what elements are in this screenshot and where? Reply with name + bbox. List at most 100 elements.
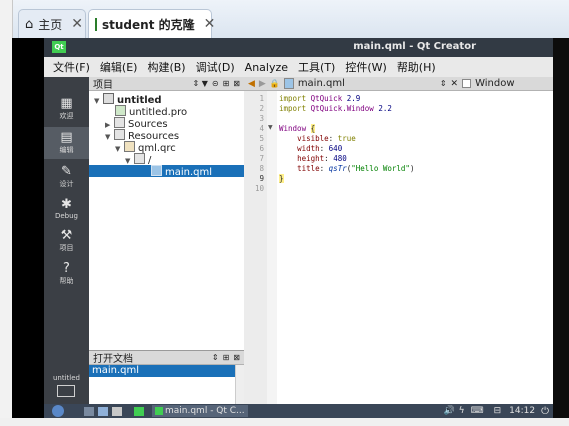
mode-welcome[interactable]: ▦ 欢迎 [44, 93, 89, 125]
code-line-5: visible: true [297, 134, 356, 143]
code-line-4: Window { [279, 124, 316, 133]
split-icon[interactable]: ⊞ [223, 79, 230, 88]
code-editor[interactable]: import QtQuick 2.9 import QtQuick.Window… [277, 91, 553, 404]
tree-item-label: main.qml [165, 167, 213, 178]
tab-vm-label: student 的克隆 [102, 17, 195, 32]
pane-title: 项目 [93, 80, 113, 91]
mode-label: 帮助 [59, 277, 74, 285]
volume-icon[interactable]: 🔊 [443, 406, 454, 416]
close-editor-icon[interactable]: ✕ [451, 79, 459, 89]
filter-icon[interactable]: ⇕ ▼ [192, 79, 207, 88]
home-icon: ⌂ [25, 16, 34, 32]
open-docs-scrollbar[interactable] [235, 365, 244, 404]
tree-item-untitled[interactable]: ▼ untitled [89, 93, 244, 106]
editor-toolbar: ◀ ▶ 🔒 main.qml ⇕ ✕ Window [244, 77, 553, 91]
power-icon[interactable]: ⏻ [541, 406, 549, 417]
kit-selector-label: untitled [52, 374, 80, 382]
vm-icon [95, 17, 97, 31]
code-line-2: import QtQuick.Window 2.2 [279, 104, 392, 113]
edit-icon: ▤ [60, 130, 73, 145]
code-line-8: title: qsTr("Hello World") [297, 164, 415, 173]
qt-taskbar-icon[interactable] [134, 406, 144, 416]
qml-file-icon [151, 165, 162, 176]
symbol-checkbox-icon[interactable] [462, 79, 472, 88]
pen-icon: ✎ [61, 164, 72, 179]
folder-icon [134, 153, 145, 164]
show-desktop-icon[interactable] [84, 406, 94, 416]
active-app-button[interactable]: main.qml - Qt C... [152, 405, 248, 417]
menu-file[interactable]: 文件(F) [48, 59, 95, 75]
browser-icon[interactable] [112, 406, 122, 416]
forward-arrow-icon[interactable]: ▶ [259, 79, 266, 89]
keyboard-icon[interactable]: ⌨ [471, 406, 484, 416]
menu-bar: 文件(F) 编辑(E) 构建(B) 调试(D) Analyze 工具(T) 控件… [44, 57, 553, 78]
line-number: 1 [259, 94, 264, 103]
mode-edit[interactable]: ▤ 编辑 [44, 127, 89, 159]
tree-item-root-prefix[interactable]: ▼ / [89, 153, 244, 166]
file-manager-icon[interactable] [98, 406, 108, 416]
line-number-current: 9 [259, 174, 264, 183]
bug-icon: ✱ [61, 197, 72, 212]
close-icon[interactable]: ✕ [71, 16, 83, 32]
project-icon [103, 93, 114, 104]
line-number: 6 [259, 144, 264, 153]
open-documents-pane: 打开文档 ⇕ ⊞ ⊠ main.qml [89, 350, 245, 405]
pane-title: 打开文档 [93, 354, 133, 365]
active-app-label: main.qml - Qt C... [165, 406, 245, 416]
menu-debug[interactable]: 调试(D) [191, 59, 240, 75]
qrc-file-icon [124, 141, 135, 152]
qml-file-icon [283, 78, 294, 89]
tree-item-qrc[interactable]: ▼ qml.qrc [89, 141, 244, 154]
line-number: 3 [259, 114, 264, 123]
menu-build[interactable]: 构建(B) [142, 59, 190, 75]
file-dropdown-icon[interactable]: ⇕ [440, 79, 447, 88]
tab-home[interactable]: ⌂ 主页 ✕ [18, 9, 86, 38]
power-status-icon[interactable]: ϟ [459, 406, 465, 416]
menu-analyze[interactable]: Analyze [240, 61, 293, 74]
folder-icon [114, 129, 125, 140]
close-pane-icon[interactable]: ⊠ [233, 79, 240, 88]
kit-selector-button[interactable] [56, 385, 76, 399]
qt-app-icon [155, 407, 163, 415]
help-icon: ? [63, 261, 70, 276]
line-number: 8 [259, 164, 264, 173]
line-number-gutter: 1 2 3 4 5 6 7 8 9 10 [244, 91, 267, 404]
line-number: 7 [259, 154, 264, 163]
menu-edit[interactable]: 编辑(E) [95, 59, 143, 75]
back-arrow-icon[interactable]: ◀ [248, 79, 255, 89]
code-line-6: width: 640 [297, 144, 343, 153]
tab-vm[interactable]: student 的克隆 ✕ [88, 9, 215, 38]
tree-item-resources[interactable]: ▼ Resources [89, 129, 244, 142]
menu-help[interactable]: 帮助(H) [392, 59, 441, 75]
start-menu-icon[interactable] [52, 405, 64, 417]
mode-design[interactable]: ✎ 设计 [44, 161, 89, 193]
line-number: 10 [254, 184, 264, 193]
vm-scrollbar[interactable] [553, 38, 569, 418]
link-icon[interactable]: ⊝ [212, 79, 219, 88]
lock-icon: 🔒 [269, 79, 280, 88]
open-document-item[interactable]: main.qml [89, 365, 235, 377]
menu-widgets[interactable]: 控件(W) [340, 59, 391, 75]
window-title: main.qml - Qt Creator [353, 41, 476, 52]
line-number: 2 [259, 104, 264, 113]
mode-help[interactable]: ? 帮助 [44, 258, 89, 290]
tree-item-sources[interactable]: ▶ Sources [89, 117, 244, 130]
close-icon[interactable]: ✕ [204, 16, 216, 32]
monitor-icon [57, 385, 75, 397]
code-line-9: } [279, 174, 284, 183]
symbol-selector[interactable]: Window [475, 78, 514, 89]
editor-file-name[interactable]: main.qml [298, 78, 436, 89]
split-icon[interactable]: ⊞ [223, 353, 230, 362]
sort-icon[interactable]: ⇕ [212, 353, 219, 362]
network-icon[interactable]: ⊟ [494, 406, 502, 416]
mode-debug[interactable]: ✱ Debug [44, 193, 89, 225]
fold-arrow-icon[interactable]: ▼ [268, 124, 273, 131]
clock: 14:12 [509, 406, 536, 416]
open-documents-header: 打开文档 ⇕ ⊞ ⊠ [89, 351, 244, 365]
tree-item-main-qml[interactable]: main.qml [89, 165, 244, 178]
mode-label: 项目 [59, 244, 74, 252]
mode-projects[interactable]: ⚒ 项目 [44, 225, 89, 257]
close-pane-icon[interactable]: ⊠ [233, 353, 240, 362]
tree-item-pro[interactable]: untitled.pro [89, 105, 244, 118]
menu-tools[interactable]: 工具(T) [293, 59, 340, 75]
